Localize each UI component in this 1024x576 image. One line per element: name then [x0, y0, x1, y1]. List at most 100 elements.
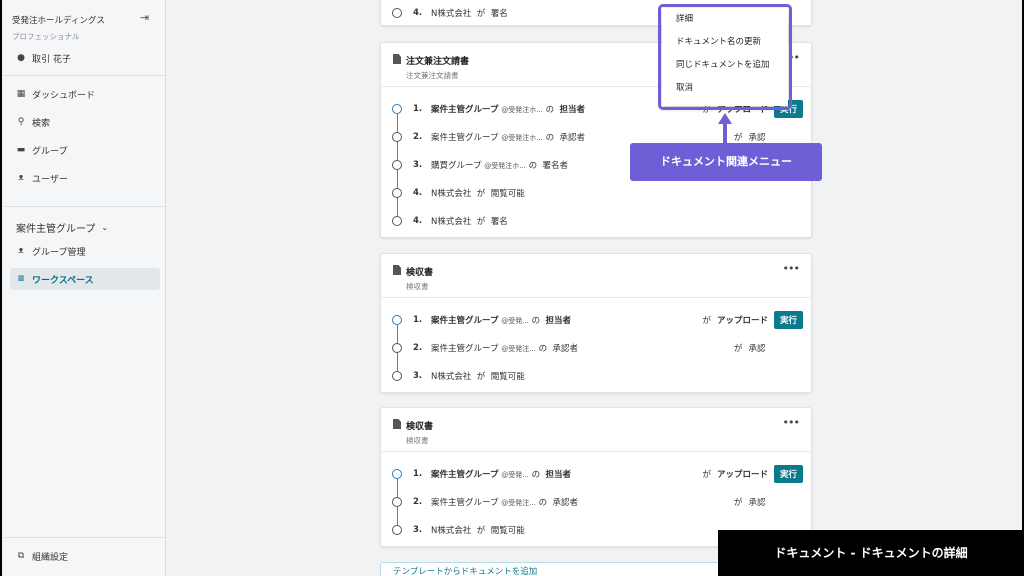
step-number: 3.	[413, 525, 423, 535]
company-name: N株式会社	[431, 189, 472, 199]
user-circle-icon: ●	[17, 53, 25, 63]
sidebar-item-group-management[interactable]: ᴥ グループ管理	[10, 240, 160, 262]
org-suffix: @受発注ホ...	[501, 134, 543, 142]
group-name: 案件主管グループ	[431, 133, 499, 143]
document-icon	[393, 54, 401, 64]
particle: の	[531, 470, 541, 480]
step-role: 閲覧可能	[490, 526, 525, 536]
step-connector	[396, 479, 398, 497]
sidebar-item-label: 組織設定	[32, 552, 69, 563]
workflow-step: 2. 案件主管グループ @受発注... の 承認者 が承認	[381, 488, 811, 525]
step-body: 案件主管グループ @受発注... の 承認者	[431, 496, 578, 508]
org-suffix: @受発...	[501, 471, 529, 479]
step-role: 閲覧可能	[490, 372, 525, 382]
group-name: 案件主管グループ	[16, 224, 96, 235]
step-node	[392, 216, 402, 226]
sidebar-item-label: ダッシュボード	[32, 90, 96, 101]
step-role: 承認者	[552, 344, 579, 354]
step-action: が承認	[734, 131, 766, 143]
sidebar-item-org-settings[interactable]: ⧉ 組織設定	[10, 545, 160, 567]
org-suffix: @受発注ホ...	[484, 162, 526, 170]
step-number: 3.	[413, 160, 423, 170]
step-number: 4.	[413, 8, 423, 18]
particle: の	[545, 133, 555, 143]
workflow-steps: 1. 案件主管グループ @受発... の 担当者 がアップロード 実行 2. 案件…	[381, 298, 811, 390]
step-node	[392, 315, 402, 325]
card-subtitle: 検収書	[406, 282, 429, 291]
main-content: 4. N株式会社 が 署名 注文兼注文請書 注文兼注文請書 ••• 1. 案件主…	[167, 0, 1022, 576]
step-number: 3.	[413, 371, 423, 381]
more-icon[interactable]: •••	[783, 416, 800, 429]
step-role: 署名者	[542, 161, 569, 171]
sidebar-item-label: グループ	[32, 146, 68, 157]
step-body: N株式会社 が 閲覧可能	[431, 187, 525, 199]
users-icon: ᴥ	[18, 173, 24, 183]
sidebar-item-label: 検索	[32, 118, 51, 129]
company-name: N株式会社	[431, 526, 472, 536]
workflow-step: 2. 案件主管グループ @受発注... の 承認者 が承認	[381, 334, 811, 371]
menu-highlight-frame	[658, 4, 792, 110]
particle: の	[531, 316, 541, 326]
document-card: 検収書 検収書 ••• 1. 案件主管グループ @受発... の 担当者 がアッ…	[380, 407, 812, 547]
card-header: 検収書 検収書 •••	[381, 408, 811, 452]
particle: が	[476, 526, 486, 536]
step-connector	[396, 198, 398, 216]
external-link-icon: ⧉	[17, 551, 25, 561]
step-number: 4.	[413, 216, 423, 226]
group-name: 案件主管グループ	[431, 344, 499, 354]
group-name: 案件主管グループ	[431, 316, 499, 326]
particle: が	[476, 217, 486, 227]
chevron-down-icon: ⌄	[101, 223, 109, 232]
logout-icon[interactable]: ⇥	[140, 12, 152, 24]
particle: の	[538, 344, 548, 354]
step-number: 1.	[413, 104, 423, 114]
step-node	[392, 104, 402, 114]
arrow-up-icon	[718, 113, 732, 124]
org-name: 受発注ホールディングス	[12, 16, 105, 26]
sidebar-item-workspace[interactable]: ≡ ワークスペース	[10, 268, 160, 290]
more-icon[interactable]: •••	[783, 262, 800, 275]
step-number: 1.	[413, 469, 423, 479]
workflow-step: 4. N株式会社 が 署名	[381, 207, 811, 235]
execute-button[interactable]: 実行	[773, 311, 803, 329]
step-number: 2.	[413, 343, 423, 353]
plan-label: プロフェッショナル	[12, 32, 80, 41]
step-node	[392, 497, 402, 507]
sidebar-item-search[interactable]: ⚲ 検索	[10, 111, 160, 133]
sidebar-divider	[4, 206, 166, 207]
org-suffix: @受発注ホ...	[501, 106, 543, 114]
step-body: N株式会社 が 閲覧可能	[431, 370, 525, 382]
particle: が	[476, 189, 486, 199]
action-label: 承認	[748, 498, 766, 508]
execute-button[interactable]: 実行	[773, 465, 803, 483]
sidebar-item-label: グループ管理	[32, 247, 86, 258]
card-title: 注文兼注文請書	[406, 57, 470, 67]
dashboard-icon: ▦	[16, 89, 26, 99]
step-number: 2.	[413, 497, 423, 507]
caption-banner: ドキュメント - ドキュメントの詳細	[718, 530, 1022, 576]
document-card: 検収書 検収書 ••• 1. 案件主管グループ @受発... の 担当者 がアッ…	[380, 253, 812, 393]
company-name: N株式会社	[431, 372, 472, 382]
group-name: 案件主管グループ	[431, 105, 499, 115]
step-node	[392, 469, 402, 479]
group-selector[interactable]: 案件主管グループ ⌄	[16, 220, 108, 235]
particle: が	[734, 344, 743, 354]
org-suffix: @受発注...	[501, 499, 536, 507]
sidebar-item-users[interactable]: ᴥ ユーザー	[10, 167, 160, 189]
step-connector	[396, 325, 398, 343]
sidebar-item-group[interactable]: ▬ グループ	[10, 139, 160, 161]
step-body: 案件主管グループ @受発注... の 承認者	[431, 342, 578, 354]
step-node	[392, 343, 402, 353]
sidebar: 受発注ホールディングス プロフェッショナル ⇥ ● 取引 花子 ▦ ダッシュボー…	[4, 0, 166, 576]
particle: が	[476, 9, 486, 19]
workflow-step: 3. N株式会社 が 閲覧可能	[381, 362, 811, 390]
step-number: 4.	[413, 188, 423, 198]
particle: の	[538, 498, 548, 508]
step-node	[392, 160, 402, 170]
action-label: 承認	[748, 133, 766, 143]
step-body: N株式会社 が 署名	[431, 215, 508, 227]
sidebar-item-dashboard[interactable]: ▦ ダッシュボード	[10, 83, 160, 105]
step-body: N株式会社 が 署名	[431, 7, 508, 19]
user-profile[interactable]: ● 取引 花子	[10, 47, 160, 69]
step-connector	[396, 142, 398, 160]
